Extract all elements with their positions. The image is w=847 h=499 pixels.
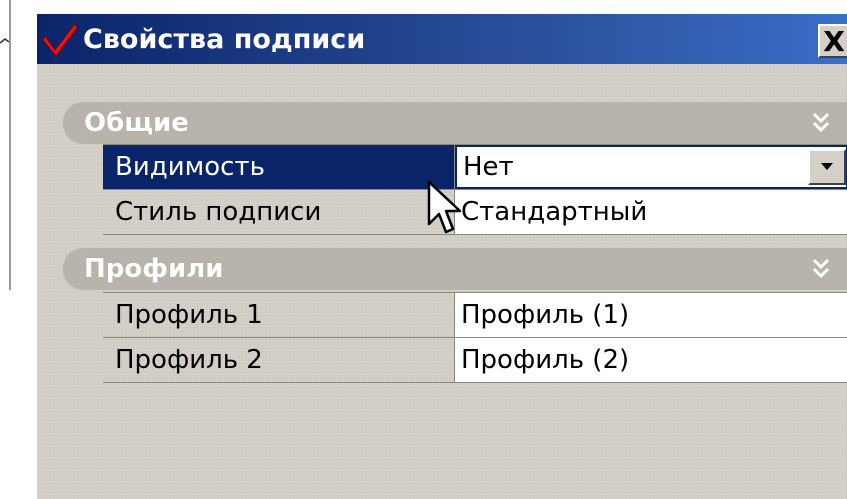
visibility-select[interactable]: Нет [455,145,847,189]
dialog-titlebar[interactable]: Свойства подписи X [37,14,847,64]
signature-style-field[interactable]: Стандартный [455,190,847,234]
property-row-visibility[interactable]: Видимость Нет [103,144,847,190]
property-value: Нет [463,152,514,182]
double-chevron-up-icon[interactable] [806,255,836,283]
property-value: Профиль (2) [461,345,630,375]
chevron-down-icon [821,163,833,170]
red-checkmark-icon [37,14,83,64]
property-grid-profiles: Профиль 1 Профиль (1) Профиль 2 Профиль … [103,292,847,383]
profile-1-field[interactable]: Профиль (1) [455,293,847,337]
dropdown-button[interactable] [808,149,846,185]
property-name: Профиль 1 [103,293,455,337]
profile-2-field[interactable]: Профиль (2) [455,338,847,382]
background-window-edge [0,0,12,499]
section-label-general: Общие [84,108,189,138]
property-row-profile-2[interactable]: Профиль 2 Профиль (2) [103,338,847,383]
background-area [12,0,36,499]
close-button[interactable]: X [818,24,847,58]
property-value: Профиль (1) [461,300,630,330]
property-row-signature-style[interactable]: Стиль подписи Стандартный [103,190,847,235]
signature-properties-dialog: Свойства подписи X Общие Видимость Нет С… [36,14,847,499]
property-value: Стандартный [461,197,648,227]
property-name: Профиль 2 [103,338,455,382]
double-chevron-up-icon[interactable] [806,109,836,137]
section-header-profiles[interactable]: Профили [63,248,847,290]
close-icon: X [823,24,845,58]
background-window-glyph [0,38,10,44]
property-name: Видимость [103,145,455,189]
dialog-title: Свойства подписи [83,23,366,55]
section-label-profiles: Профили [84,254,224,284]
property-name: Стиль подписи [103,190,455,234]
property-grid-general: Видимость Нет Стиль подписи Стандартный [103,144,847,235]
section-header-general[interactable]: Общие [63,102,847,144]
property-row-profile-1[interactable]: Профиль 1 Профиль (1) [103,292,847,338]
